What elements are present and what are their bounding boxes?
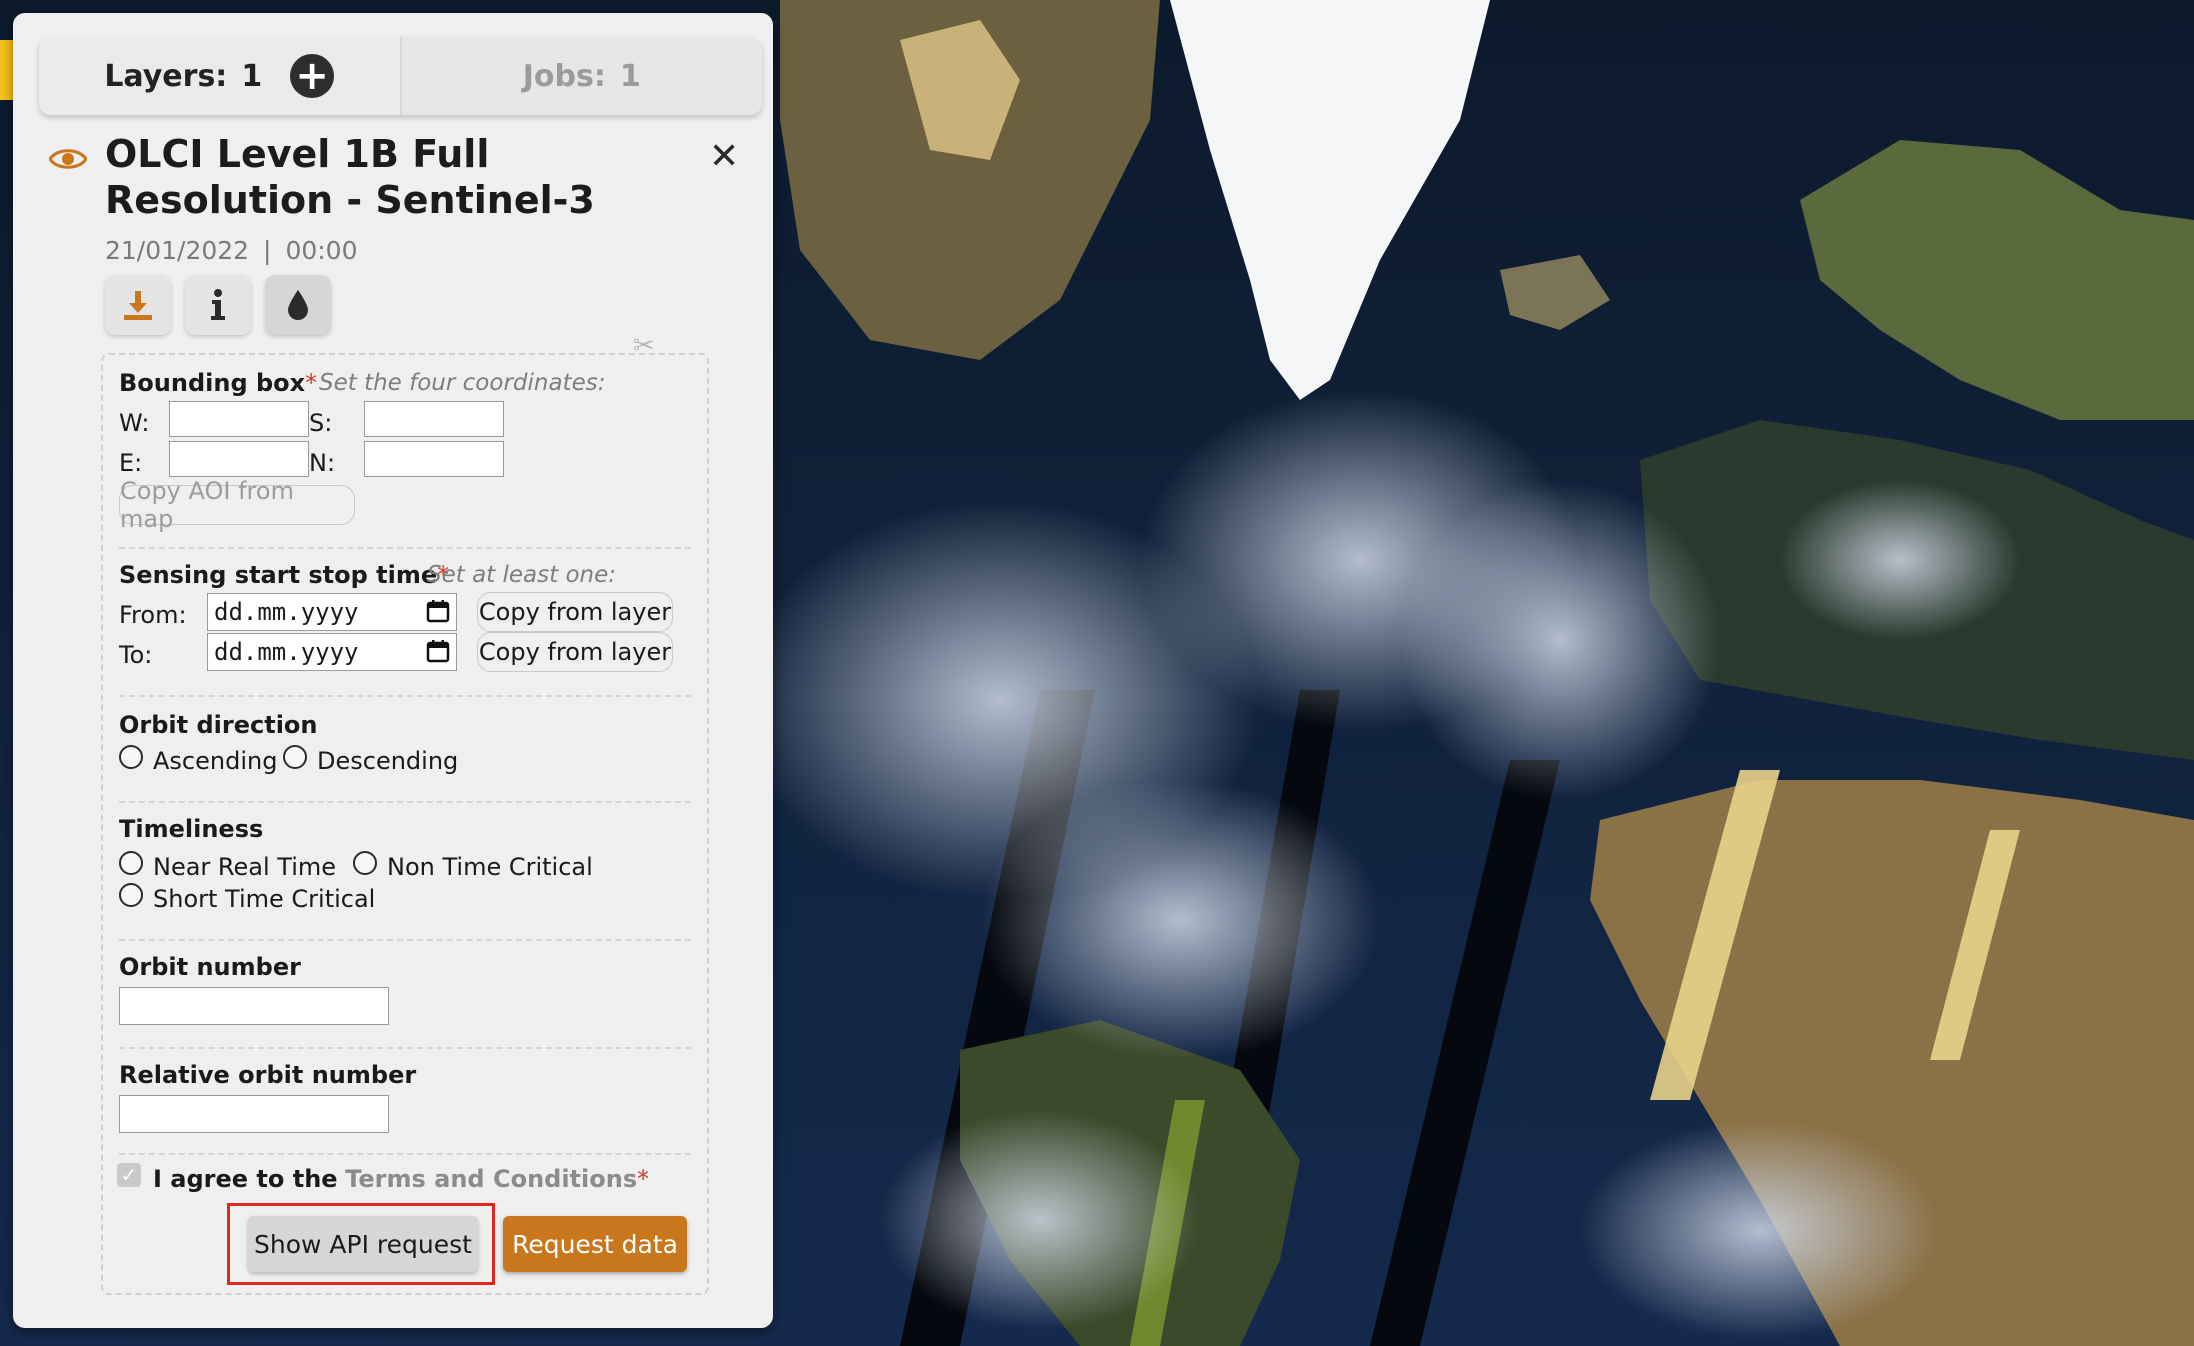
show-api-request-button[interactable]: Show API request — [248, 1216, 478, 1272]
tab-layers-count: 1 — [241, 58, 263, 94]
copy-aoi-button[interactable]: Copy AOI from map — [119, 477, 355, 533]
from-date-placeholder: dd.mm.yyyy — [214, 598, 359, 626]
descending-label: Descending — [317, 747, 459, 775]
sensing-hint: Set at least one: — [427, 562, 616, 588]
divider — [119, 695, 691, 697]
agree-text: I agree to the Terms and Conditions* — [153, 1165, 649, 1193]
near-real-time-label: Near Real Time — [153, 853, 337, 881]
eye-icon[interactable] — [49, 146, 87, 172]
terms-link[interactable]: Terms and Conditions — [345, 1165, 637, 1193]
download-button[interactable] — [105, 275, 171, 335]
from-label: From: — [119, 601, 187, 629]
n-coordinate-input[interactable] — [364, 441, 504, 477]
short-time-critical-radio[interactable] — [119, 883, 143, 907]
non-time-critical-label: Non Time Critical — [387, 853, 593, 881]
orbit-number-label: Orbit number — [119, 953, 301, 981]
layer-date-time: 21/01/2022 | 00:00 — [105, 236, 357, 265]
e-coordinate-input[interactable] — [169, 441, 309, 477]
bbox-label: Bounding box — [119, 369, 306, 397]
tab-jobs[interactable]: Jobs: 1 — [399, 37, 762, 115]
copy-from-layer-button-from[interactable]: Copy from layer — [477, 592, 673, 632]
add-layer-icon[interactable]: + — [290, 54, 335, 98]
tab-jobs-label: Jobs: — [522, 58, 606, 94]
layer-time: 00:00 — [285, 236, 358, 265]
download-icon — [124, 291, 152, 320]
style-button[interactable] — [265, 275, 331, 335]
tab-layers-label: Layers: — [104, 58, 228, 94]
tab-layers[interactable]: Layers: 1 + — [39, 37, 400, 115]
tab-jobs-count: 1 — [619, 58, 641, 94]
info-button[interactable] — [185, 275, 251, 335]
timeliness-label: Timeliness — [119, 815, 264, 843]
orbit-number-input[interactable] — [119, 987, 389, 1025]
s-coordinate-input[interactable] — [364, 401, 504, 437]
calendar-icon[interactable] — [426, 599, 450, 623]
to-date-placeholder: dd.mm.yyyy — [214, 638, 359, 666]
layer-date: 21/01/2022 — [105, 236, 250, 265]
request-data-button[interactable]: Request data — [503, 1216, 687, 1272]
layers-panel: Layers: 1 + Jobs: 1 OLCI Level 1B Full R… — [13, 13, 773, 1328]
sensing-heading: Sensing start stop time* — [119, 561, 449, 589]
bbox-heading: Bounding box* — [119, 369, 317, 397]
agree-checkbox[interactable]: ✓ — [117, 1163, 141, 1187]
ascending-label: Ascending — [153, 747, 278, 775]
to-date-input[interactable]: dd.mm.yyyy — [207, 633, 457, 671]
copy-from-layer-button-to[interactable]: Copy from layer — [477, 632, 673, 672]
orbit-direction-label: Orbit direction — [119, 711, 318, 739]
n-label: N: — [309, 449, 336, 477]
near-real-time-radio[interactable] — [119, 851, 143, 875]
to-label: To: — [119, 641, 153, 669]
water-drop-icon — [288, 290, 308, 320]
descending-radio[interactable] — [283, 745, 307, 769]
agree-prefix: I agree to the — [153, 1165, 338, 1193]
calendar-icon[interactable] — [426, 639, 450, 663]
bbox-hint: Set the four coordinates: — [319, 370, 606, 396]
divider — [119, 1153, 691, 1155]
divider — [119, 547, 691, 549]
s-label: S: — [309, 409, 333, 437]
agree-required-mark: * — [637, 1165, 650, 1193]
bbox-required-mark: * — [305, 369, 318, 397]
w-coordinate-input[interactable] — [169, 401, 309, 437]
info-icon — [211, 289, 225, 320]
divider — [119, 1047, 691, 1049]
close-layer-icon[interactable]: ✕ — [709, 139, 739, 175]
short-time-critical-label: Short Time Critical — [153, 885, 376, 913]
ascending-radio[interactable] — [119, 745, 143, 769]
relative-orbit-number-label: Relative orbit number — [119, 1061, 417, 1089]
layer-title: OLCI Level 1B Full Resolution - Sentinel… — [105, 132, 595, 222]
divider — [119, 939, 691, 941]
e-label: E: — [119, 449, 143, 477]
yellow-edge-marker — [0, 40, 13, 100]
sensing-label: Sensing start stop time — [119, 561, 438, 589]
relative-orbit-number-input[interactable] — [119, 1095, 389, 1133]
from-date-input[interactable]: dd.mm.yyyy — [207, 593, 457, 631]
divider — [119, 801, 691, 803]
non-time-critical-radio[interactable] — [353, 851, 377, 875]
panel-tabs: Layers: 1 + Jobs: 1 — [39, 37, 762, 115]
w-label: W: — [119, 409, 150, 437]
download-form: Bounding box* Set the four coordinates: … — [101, 353, 709, 1295]
layer-date-separator: | — [263, 236, 272, 265]
